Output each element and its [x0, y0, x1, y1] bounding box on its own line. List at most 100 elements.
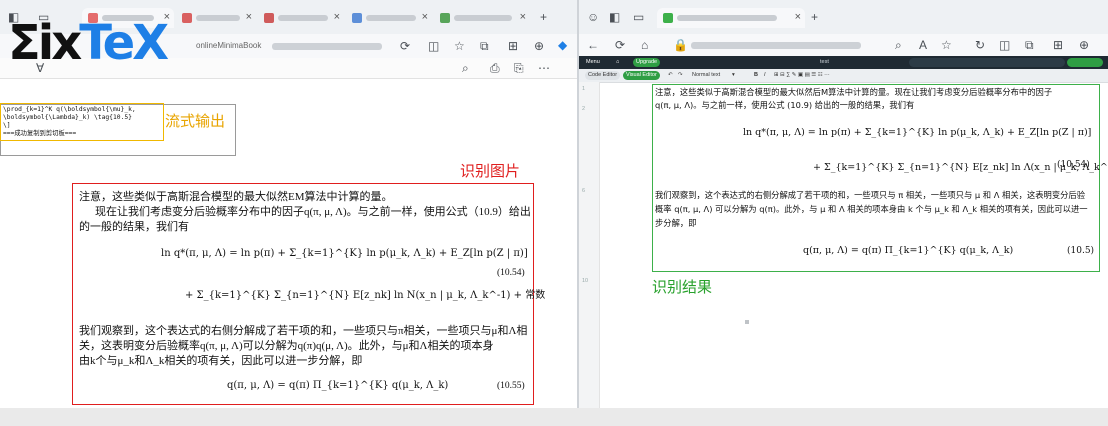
- code-editor-toggle[interactable]: Code Editor: [585, 71, 621, 80]
- result-eq-2: q(π, μ, Λ) = q(π) Π_{k=1}^{K} q(μ_k, Λ_k…: [803, 245, 1014, 256]
- tab-4[interactable]: ×: [346, 8, 432, 28]
- reload-icon[interactable]: ↻: [975, 38, 985, 52]
- close-icon[interactable]: ×: [795, 11, 801, 23]
- document-title: test: [820, 59, 829, 65]
- source-eq-2: q(π, μ, Λ) = q(π) Π_{k=1}^{K} q(μ_k, Λ_k…: [227, 380, 449, 391]
- address-url[interactable]: onlineMinimaBook: [196, 39, 261, 53]
- bottom-strip: [0, 408, 1108, 426]
- new-tab-icon[interactable]: +: [540, 10, 547, 24]
- redo-icon[interactable]: ↷: [675, 71, 686, 80]
- tab-3[interactable]: ×: [258, 8, 344, 28]
- upgrade-button[interactable]: Upgrade: [633, 58, 661, 67]
- line-number: 10: [582, 278, 589, 284]
- url-blurred: [691, 42, 861, 49]
- read-aloud-icon[interactable]: A: [919, 38, 927, 52]
- tab-title-blurred: [677, 15, 777, 21]
- lock-icon[interactable]: 🔒: [673, 38, 688, 52]
- close-icon[interactable]: ×: [422, 11, 428, 23]
- refresh-icon[interactable]: ⟳: [615, 38, 625, 52]
- favorites-icon[interactable]: ☆: [941, 38, 952, 52]
- source-line-3: 的一般的结果，我们有: [79, 221, 189, 233]
- source-eq-2-number: (10.55): [497, 381, 525, 391]
- back-icon[interactable]: ←: [587, 38, 599, 52]
- tab-5[interactable]: ×: [434, 8, 530, 28]
- source-line-1: 注意，这些类似于高斯混合模型的最大似然EM算法中计算的量。: [79, 191, 393, 203]
- visual-editor-toggle[interactable]: Visual Editor: [623, 71, 660, 80]
- result-box: 注意，这些类似于高斯混合模型的最大似然后M算法中计算的量。现在让我们考虑变分后验…: [652, 84, 1108, 272]
- tab-title-blurred: [454, 15, 512, 21]
- cursor-marker: [745, 320, 749, 324]
- zoom-icon[interactable]: ⌕: [895, 38, 902, 52]
- result-eq-2-number: (10.5): [1067, 246, 1095, 256]
- recognize-image-label: 识别图片: [460, 163, 521, 180]
- print-icon[interactable]: ⎙: [490, 61, 500, 75]
- tab-2[interactable]: ×: [176, 8, 256, 28]
- italic-icon[interactable]: I: [761, 71, 769, 80]
- line-gutter: 1 2 6 10: [579, 82, 600, 408]
- url-blurred: [272, 43, 382, 50]
- sixtex-logo: ΣixTeX: [8, 15, 169, 71]
- share-button[interactable]: [1067, 58, 1103, 67]
- chevron-down-icon[interactable]: ▾: [729, 71, 738, 80]
- close-icon[interactable]: ×: [334, 11, 340, 23]
- tab-favicon: [182, 13, 192, 23]
- result-eq-1-number: (10.54): [1057, 160, 1090, 170]
- menu-button[interactable]: Menu: [583, 58, 603, 67]
- line-number: 6: [582, 188, 586, 194]
- tab-active[interactable]: ×: [657, 8, 805, 28]
- right-tab-bar: ☺ ◧ ▭ × +: [579, 0, 1108, 34]
- workspace-icon[interactable]: ◧: [609, 10, 620, 24]
- result-line-1: 注意，这些类似于高斯混合模型的最大似然后M算法中计算的量。现在让我们考虑变分后验…: [655, 87, 1053, 97]
- home-icon[interactable]: ⌂: [613, 58, 622, 67]
- result-para-2: 概率 q(π, μ, Λ) 可以分解为 q(π)。此外，与 μ 和 Λ 相关的项…: [655, 204, 1088, 214]
- logo-part2: TeX: [79, 15, 169, 71]
- editor-top-bar: Menu ⌂ Upgrade test: [579, 56, 1108, 69]
- source-image-box: 注意，这些类似于高斯混合模型的最大似然EM算法中计算的量。 现在让我们考虑变分后…: [72, 183, 545, 405]
- collections-icon[interactable]: ⧉: [1025, 38, 1034, 52]
- line-number: 2: [582, 106, 586, 112]
- collections-icon[interactable]: ⧉: [480, 39, 489, 53]
- favorites-icon[interactable]: ☆: [454, 39, 465, 53]
- source-para-2: 关，这表明变分后验概率q(π, μ, Λ)可以分解为q(π)q(μ, Λ)。此外…: [79, 340, 494, 352]
- profile-icon[interactable]: ⊕: [534, 39, 544, 53]
- new-tab-icon[interactable]: +: [811, 10, 818, 24]
- copilot-icon[interactable]: ◆: [558, 38, 567, 52]
- recognize-result-label: 识别结果: [652, 279, 713, 296]
- left-browser-window: ◧ ▭ × × × × × + onlineMinimaBook ⟳ ◫ ☆ ⧉…: [0, 0, 577, 408]
- bold-icon[interactable]: B: [751, 71, 761, 80]
- source-para-1: 我们观察到，这个表达式的右侧分解成了若干项的和，一些项只与π相关，一些项只与μ和…: [79, 325, 528, 337]
- save-icon[interactable]: ⎘: [514, 61, 524, 75]
- home-icon[interactable]: ⌂: [641, 38, 648, 52]
- result-line-2: q(π, μ, Λ)。与之前一样，使用公式 (10.9) 给出的一般的结果，我们…: [655, 100, 915, 110]
- tab-favicon: [264, 13, 274, 23]
- source-para-3: 由k个与μ_k和Λ_k相关的项有关，因此可以进一步分解，即: [79, 355, 363, 367]
- source-eq-1a: ln q*(π, μ, Λ) = ln p(π) + Σ_{k=1}^{K} l…: [161, 248, 528, 259]
- result-para-3: 步分解，即: [655, 218, 697, 228]
- extensions-icon[interactable]: ⊞: [508, 39, 518, 53]
- tab-title-blurred: [366, 15, 416, 21]
- right-address-bar: ← ⟳ ⌂ 🔒 ⌕ A ☆ ↻ ◫ ⧉ ⊞ ⊕: [579, 34, 1108, 56]
- tab-favicon: [663, 13, 673, 23]
- tab-favicon: [440, 13, 450, 23]
- stream-highlight-box: [0, 103, 164, 141]
- source-line-2: 现在让我们考虑变分后验概率分布中的因子q(π, μ, Λ)。与之前一样，使用公式…: [95, 206, 531, 218]
- source-eq-1-number: (10.54): [497, 268, 525, 278]
- format-icons[interactable]: ⊞ ⊟ ∑ ✎ ▣ ▤ ☰ ☷ ⋯: [771, 71, 833, 80]
- refresh-icon[interactable]: ⟳: [400, 39, 410, 53]
- close-icon[interactable]: ×: [246, 11, 252, 23]
- logo-part1: Σix: [8, 15, 82, 71]
- style-select[interactable]: Normal text: [689, 71, 723, 80]
- result-eq-1a: ln q*(π, μ, Λ) = ln p(π) + Σ_{k=1}^{K} l…: [743, 127, 1092, 138]
- more-icon[interactable]: ⋯: [538, 61, 550, 75]
- split-view-icon[interactable]: ◫: [428, 39, 439, 53]
- close-icon[interactable]: ×: [520, 11, 526, 23]
- stream-output-label: 流式输出: [165, 113, 226, 130]
- tab-actions-icon[interactable]: ▭: [633, 10, 644, 24]
- search-icon[interactable]: ⌕: [462, 61, 469, 75]
- split-view-icon[interactable]: ◫: [999, 38, 1010, 52]
- tab-title-blurred: [196, 15, 240, 21]
- tab-favicon: [352, 13, 362, 23]
- profile-icon[interactable]: ☺: [587, 10, 599, 24]
- browser-essentials-icon[interactable]: ⊕: [1079, 38, 1089, 52]
- extensions-icon[interactable]: ⊞: [1053, 38, 1063, 52]
